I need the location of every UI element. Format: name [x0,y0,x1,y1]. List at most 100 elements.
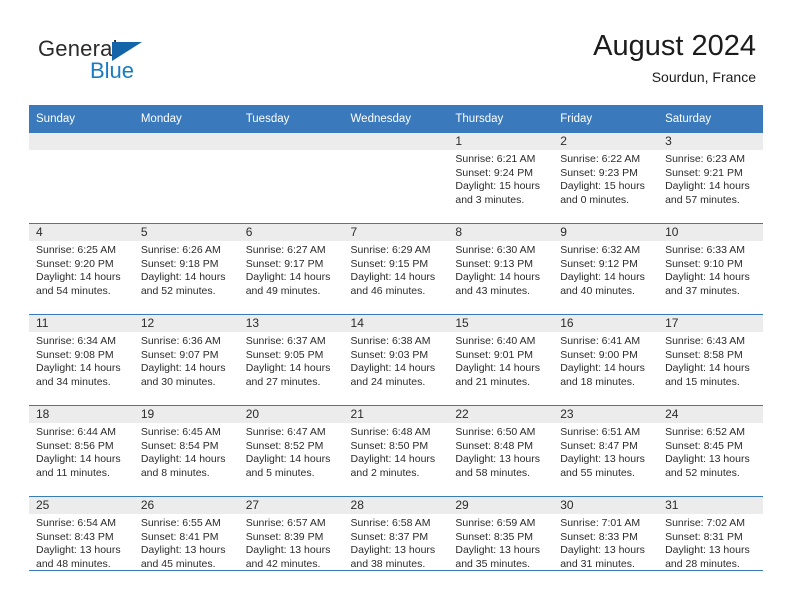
daylight-text-line2: and 54 minutes. [36,284,111,297]
day-details: Sunrise: 6:22 AM Sunset: 9:23 PM Daylight:… [553,150,658,207]
calendar-day-cell[interactable]: 2 Sunrise: 6:22 AM Sunset: 9:23 PM Daylight… [553,133,659,224]
sunset-text: Sunset: 8:43 PM [36,530,114,543]
calendar-day-cell[interactable]: 6 Sunrise: 6:27 AM Sunset: 9:17 PM Daylight… [238,223,344,315]
calendar-day-cell[interactable]: 27 Sunrise: 6:57 AM Sunset: 8:39 PM Dayligh… [238,496,344,587]
sunset-text: Sunset: 8:35 PM [455,530,534,543]
sunrise-text: Sunrise: 6:58 AM [350,517,431,529]
daylight-text-line2: and 27 minutes. [245,375,321,388]
calendar-day-cell[interactable]: 19 Sunrise: 6:45 AM Sunset: 8:54 PM Dayligh… [133,405,239,497]
calendar-day-cell[interactable]: 13 Sunrise: 6:37 AM Sunset: 9:05 PM Dayligh… [238,314,344,406]
day-details: Sunrise: 6:29 AM Sunset: 9:15 PM Daylight:… [344,241,449,298]
daylight-text-line2: and 30 minutes. [140,375,216,388]
calendar-day-cell[interactable]: 30 Sunrise: 7:01 AM Sunset: 8:33 PM Dayligh… [553,496,659,587]
calendar-day-cell[interactable]: 31 Sunrise: 7:02 AM Sunset: 8:31 PM Dayligh… [658,496,763,587]
day-details: Sunrise: 6:37 AM Sunset: 9:05 PM Daylight:… [239,332,344,389]
calendar-day-cell[interactable]: 3 Sunrise: 6:23 AM Sunset: 9:21 PM Daylight… [658,133,763,224]
day-details: Sunrise: 6:25 AM Sunset: 9:20 PM Daylight:… [29,241,134,298]
day-number: 27 [238,497,344,514]
sunrise-text: Sunrise: 6:50 AM [455,426,536,438]
calendar-cell-empty [343,133,449,224]
sunset-text: Sunset: 8:41 PM [140,530,219,543]
weekday-header-friday: Friday [553,105,659,133]
daylight-text-line1: Daylight: 14 hours [560,271,645,284]
day-number: 17 [658,315,763,332]
calendar-day-cell[interactable]: 5 Sunrise: 6:26 AM Sunset: 9:18 PM Daylight… [133,223,239,315]
sunset-text: Sunset: 9:18 PM [140,257,219,270]
calendar-day-cell[interactable]: 8 Sunrise: 6:30 AM Sunset: 9:13 PM Daylight… [448,223,554,315]
weekday-header-tuesday: Tuesday [238,105,344,133]
daylight-text-line1: Daylight: 13 hours [560,453,645,466]
daylight-text-line2: and 49 minutes. [245,284,321,297]
calendar-day-cell[interactable]: 17 Sunrise: 6:43 AM Sunset: 8:58 PM Dayligh… [658,314,763,406]
weekday-header-wednesday: Wednesday [343,105,449,133]
sunrise-text: Sunrise: 6:22 AM [560,153,641,165]
sunset-text: Sunset: 8:58 PM [665,348,743,361]
daylight-text-line1: Daylight: 14 hours [455,271,541,284]
calendar-day-cell[interactable]: 23 Sunrise: 6:51 AM Sunset: 8:47 PM Dayligh… [553,405,659,497]
calendar-day-cell[interactable]: 14 Sunrise: 6:38 AM Sunset: 9:03 PM Dayligh… [343,314,449,406]
sunset-text: Sunset: 9:05 PM [245,348,324,361]
daylight-text-line1: Daylight: 15 hours [560,180,645,193]
daylight-text-line2: and 3 minutes. [455,193,525,206]
day-details: Sunrise: 6:52 AM Sunset: 8:45 PM Daylight:… [658,423,763,480]
day-number: 11 [29,315,134,332]
calendar-day-cell[interactable]: 12 Sunrise: 6:36 AM Sunset: 9:07 PM Dayligh… [133,314,239,406]
sunrise-text: Sunrise: 6:59 AM [455,517,536,529]
calendar-day-cell[interactable]: 20 Sunrise: 6:47 AM Sunset: 8:52 PM Dayligh… [238,405,344,497]
page-title: August 2024 [593,30,756,62]
calendar-day-cell[interactable]: 9 Sunrise: 6:32 AM Sunset: 9:12 PM Daylight… [553,223,659,315]
daylight-text-line1: Daylight: 14 hours [140,271,226,284]
calendar-day-cell[interactable]: 1 Sunrise: 6:21 AM Sunset: 9:24 PM Daylight… [448,133,554,224]
daylight-text-line1: Daylight: 13 hours [36,544,121,557]
sunrise-text: Sunrise: 6:38 AM [350,335,431,347]
calendar-day-cell[interactable]: 15 Sunrise: 6:40 AM Sunset: 9:01 PM Dayligh… [448,314,554,406]
day-number: 24 [658,406,763,423]
calendar-day-cell[interactable]: 25 Sunrise: 6:54 AM Sunset: 8:43 PM Dayligh… [29,496,134,587]
daylight-text-line1: Daylight: 13 hours [245,544,331,557]
sunrise-text: Sunrise: 6:44 AM [36,426,116,438]
sunrise-text: Sunrise: 6:32 AM [560,244,641,256]
calendar-day-cell[interactable]: 29 Sunrise: 6:59 AM Sunset: 8:35 PM Dayligh… [448,496,554,587]
brand-logo[interactable]: General Blue [38,36,238,94]
sunrise-text: Sunrise: 6:47 AM [245,426,326,438]
sunset-text: Sunset: 9:13 PM [455,257,534,270]
calendar-day-cell[interactable]: 4 Sunrise: 6:25 AM Sunset: 9:20 PM Daylight… [29,223,134,315]
calendar-day-cell[interactable]: 11 Sunrise: 6:34 AM Sunset: 9:08 PM Dayligh… [29,314,134,406]
daylight-text-line2: and 2 minutes. [350,466,420,479]
sunset-text: Sunset: 9:20 PM [36,257,114,270]
calendar-cell-empty [238,133,344,224]
calendar-day-cell[interactable]: 21 Sunrise: 6:48 AM Sunset: 8:50 PM Dayligh… [343,405,449,497]
calendar-day-cell[interactable]: 16 Sunrise: 6:41 AM Sunset: 9:00 PM Dayligh… [553,314,659,406]
sunrise-text: Sunrise: 6:43 AM [665,335,746,347]
calendar-day-cell[interactable]: 24 Sunrise: 6:52 AM Sunset: 8:45 PM Dayligh… [658,405,763,497]
sunset-text: Sunset: 9:21 PM [665,166,743,179]
day-number: 23 [553,406,659,423]
calendar-day-cell[interactable]: 18 Sunrise: 6:44 AM Sunset: 8:56 PM Dayligh… [29,405,134,497]
calendar-day-cell[interactable]: 7 Sunrise: 6:29 AM Sunset: 9:15 PM Daylight… [343,223,449,315]
daylight-text-line1: Daylight: 14 hours [245,271,331,284]
day-details: Sunrise: 6:32 AM Sunset: 9:12 PM Daylight:… [553,241,658,298]
calendar-day-cell[interactable]: 10 Sunrise: 6:33 AM Sunset: 9:10 PM Dayligh… [658,223,763,315]
daylight-text-line2: and 46 minutes. [350,284,426,297]
daylight-text-line1: Daylight: 13 hours [350,544,436,557]
daylight-text-line2: and 58 minutes. [455,466,531,479]
day-number: 22 [448,406,554,423]
day-number: 2 [553,133,659,150]
calendar-day-cell[interactable]: 22 Sunrise: 6:50 AM Sunset: 8:48 PM Dayligh… [448,405,554,497]
sunset-text: Sunset: 9:24 PM [455,166,534,179]
calendar-day-cell[interactable]: 26 Sunrise: 6:55 AM Sunset: 8:41 PM Dayligh… [133,496,239,587]
day-number: 25 [29,497,134,514]
day-number: 26 [133,497,239,514]
daylight-text-line1: Daylight: 13 hours [665,544,750,557]
daylight-text-line2: and 52 minutes. [665,466,740,479]
page-header: General Blue August 2024 Sourdun, France [0,0,792,104]
sunrise-text: Sunrise: 6:48 AM [350,426,431,438]
calendar-day-cell[interactable]: 28 Sunrise: 6:58 AM Sunset: 8:37 PM Dayligh… [343,496,449,587]
day-details: Sunrise: 6:59 AM Sunset: 8:35 PM Daylight:… [448,514,553,571]
day-details: Sunrise: 6:40 AM Sunset: 9:01 PM Daylight:… [448,332,553,389]
day-details: Sunrise: 6:36 AM Sunset: 9:07 PM Daylight:… [134,332,239,389]
day-number: 14 [343,315,449,332]
sunrise-text: Sunrise: 6:45 AM [140,426,221,438]
daylight-text-line1: Daylight: 13 hours [560,544,645,557]
daylight-text-line2: and 5 minutes. [245,466,315,479]
